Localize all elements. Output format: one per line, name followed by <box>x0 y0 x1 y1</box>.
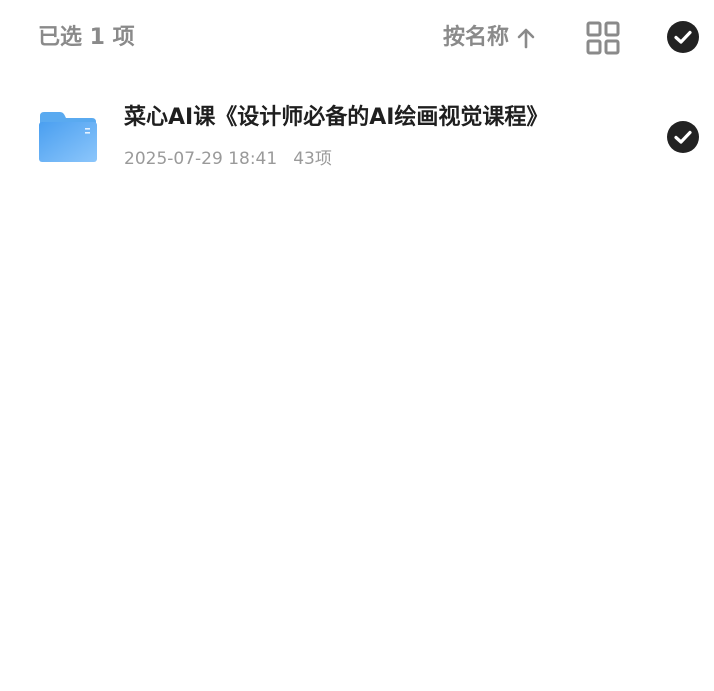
sort-by-name-button[interactable]: 按名称 <box>443 22 537 54</box>
row-check-icon[interactable] <box>667 121 699 153</box>
file-list: 菜心AI课《设计师必备的AI绘画视觉课程》 2025-07-29 18:41 43… <box>0 88 714 188</box>
list-item[interactable]: 菜心AI课《设计师必备的AI绘画视觉课程》 2025-07-29 18:41 43… <box>0 88 714 188</box>
selection-header: 已选 1 项 按名称 <box>0 0 714 78</box>
sort-label: 按名称 <box>443 25 510 50</box>
file-name: 菜心AI课《设计师必备的AI绘画视觉课程》 <box>124 105 549 130</box>
file-item-count: 43项 <box>293 149 332 169</box>
folder-icon <box>39 112 97 162</box>
file-date: 2025-07-29 18:41 <box>124 149 278 169</box>
selected-count: 已选 1 项 <box>38 25 135 50</box>
grid-view-icon[interactable] <box>586 21 620 55</box>
select-all-check-icon[interactable] <box>667 21 699 53</box>
arrow-up-icon <box>517 28 535 49</box>
file-meta: 2025-07-29 18:41 43项 <box>124 146 332 172</box>
